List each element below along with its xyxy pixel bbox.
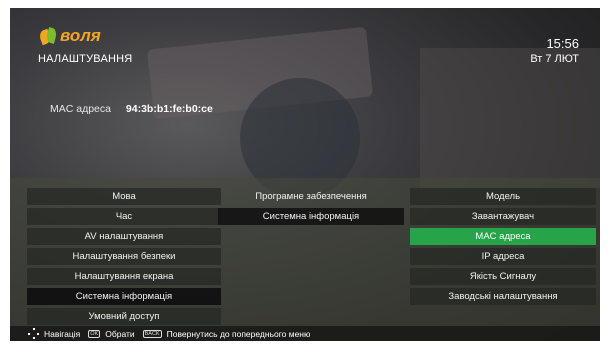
help-back-label: Повернутись до попереднього меню xyxy=(166,328,311,339)
menu-item-conditional-access[interactable]: Умовний доступ xyxy=(27,308,221,325)
mac-value: 94:3b:b1:fe:b0:ce xyxy=(125,103,213,115)
menu-item-language[interactable]: Мова xyxy=(27,188,221,205)
clock-date: Вт 7 ЛЮТ xyxy=(530,53,579,65)
logo-leaf-icon xyxy=(37,26,58,46)
menu-item-screen[interactable]: Налаштування екрана xyxy=(27,268,221,285)
clock-time: 15:56 xyxy=(546,36,579,51)
tv-screen: воля НАЛАШТУВАННЯ 15:56 Вт 7 ЛЮТ MAC адр… xyxy=(10,8,600,341)
info-item-model[interactable]: Модель xyxy=(410,188,596,205)
menu-item-av-settings[interactable]: AV налаштування xyxy=(27,228,221,245)
background-photo-shape xyxy=(420,48,600,188)
submenu-item-system-info[interactable]: Системна інформація xyxy=(218,208,404,225)
logo-text: воля xyxy=(60,26,101,45)
info-item-ip-address[interactable]: IP адреса xyxy=(410,248,596,265)
system-info-menu: Модель Завантажувач MAC адреса IP адреса… xyxy=(410,188,596,308)
navigation-arrows-icon xyxy=(28,328,39,339)
menu-item-security[interactable]: Налаштування безпеки xyxy=(27,248,221,265)
page-title: НАЛАШТУВАННЯ xyxy=(38,53,133,65)
info-item-mac-address[interactable]: MAC адреса xyxy=(410,228,596,245)
info-item-bootloader[interactable]: Завантажувач xyxy=(410,208,596,225)
info-item-signal-quality[interactable]: Якість Сигналу xyxy=(410,268,596,285)
mac-info: MAC адреса 94:3b:b1:fe:b0:ce xyxy=(50,103,213,115)
ok-key-icon: OK xyxy=(88,329,101,338)
provider-logo: воля xyxy=(37,26,101,46)
help-navigation-label: Навігація xyxy=(44,328,81,339)
mac-label: MAC адреса xyxy=(50,103,111,115)
help-bar: Навігація OK Обрати BACK Повернутись до … xyxy=(10,326,600,341)
menu-item-time[interactable]: Час xyxy=(27,208,221,225)
system-submenu: Програмне забезпечення Системна інформац… xyxy=(218,188,404,228)
help-select-label: Обрати xyxy=(105,328,135,339)
info-item-factory-reset[interactable]: Заводські налаштування xyxy=(410,288,596,305)
back-key-icon: BACK xyxy=(142,329,162,338)
settings-menu: Мова Час AV налаштування Налаштування бе… xyxy=(27,188,221,328)
menu-item-system-info[interactable]: Системна інформація xyxy=(27,288,221,305)
submenu-item-software[interactable]: Програмне забезпечення xyxy=(218,188,404,205)
